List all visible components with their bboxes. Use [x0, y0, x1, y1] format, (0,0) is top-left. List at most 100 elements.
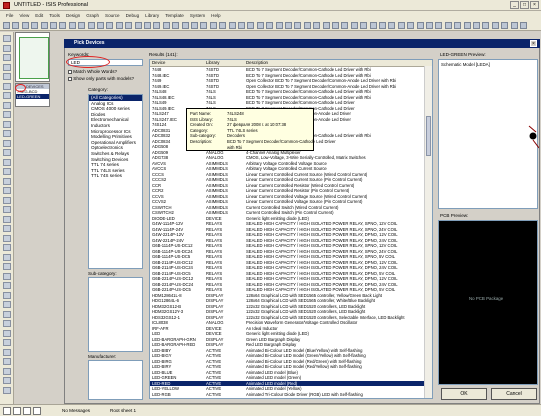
manufacturer-list[interactable] [88, 360, 143, 400]
mode-tool-icon[interactable] [3, 130, 11, 137]
toolbar-tool-icon[interactable] [454, 22, 462, 29]
mode-tool-icon[interactable] [3, 320, 11, 327]
toolbar-tool-icon[interactable] [172, 22, 180, 29]
match-whole-words-checkbox[interactable] [68, 69, 72, 74]
toolbar-tool-icon[interactable] [59, 22, 67, 29]
toolbar-tool-icon[interactable] [50, 22, 57, 29]
step-button-icon[interactable] [13, 407, 21, 415]
toolbar-tool-icon[interactable] [266, 22, 274, 29]
toolbar-tool-icon[interactable] [31, 22, 39, 29]
results-scrollbar-thumb[interactable] [426, 116, 431, 156]
toolbar-tool-icon[interactable] [247, 22, 255, 29]
toolbar-tool-icon[interactable] [473, 22, 480, 29]
mode-tool-icon[interactable] [3, 73, 11, 80]
toolbar-tool-icon[interactable] [369, 22, 377, 29]
mode-tool-icon[interactable] [3, 377, 11, 384]
toolbar-tool-icon[interactable] [68, 22, 76, 29]
toolbar-tool-icon[interactable] [97, 22, 104, 29]
toolbar-tool-icon[interactable] [181, 22, 189, 29]
toolbar-tool-icon[interactable] [209, 22, 217, 29]
mode-tool-icon[interactable] [3, 310, 11, 318]
show-only-models-option[interactable]: Show only parts with models? [68, 76, 134, 81]
mode-tool-icon[interactable] [3, 282, 11, 289]
mode-tool-icon[interactable] [3, 35, 11, 42]
subcategory-list[interactable] [88, 277, 143, 352]
toolbar-tool-icon[interactable] [350, 22, 358, 29]
category-list[interactable]: (All Categories) Analog ICs CMOS 4000 seri… [88, 94, 143, 269]
toolbar-tool-icon[interactable] [256, 22, 264, 29]
toolbar-tool-icon[interactable] [21, 22, 29, 29]
menu-system[interactable]: System [190, 11, 205, 20]
mode-tool-icon[interactable] [3, 63, 11, 71]
mode-tool-icon[interactable] [3, 139, 11, 147]
toolbar-tool-icon[interactable] [162, 22, 170, 29]
toolbar-tool-icon[interactable] [360, 22, 368, 29]
maximize-button[interactable]: □ [520, 1, 529, 9]
toolbar-tool-icon[interactable] [482, 22, 490, 29]
toolbar-tool-icon[interactable] [379, 22, 386, 29]
mode-tool-icon[interactable] [3, 111, 11, 118]
column-header-device[interactable]: Device [152, 60, 165, 66]
dialog-close-button[interactable]: × [530, 40, 537, 47]
mode-tool-icon[interactable] [3, 263, 11, 270]
column-header-description[interactable]: Description [246, 60, 268, 66]
mode-tool-icon[interactable] [3, 244, 11, 251]
toolbar-tool-icon[interactable] [303, 22, 311, 29]
mode-tool-icon[interactable] [3, 206, 11, 213]
toolbar-tool-icon[interactable] [397, 22, 405, 29]
menu-source[interactable]: Source [105, 11, 120, 20]
toolbar-tool-icon[interactable] [144, 22, 151, 29]
toolbar-tool-icon[interactable] [228, 22, 236, 29]
close-window-button[interactable]: × [530, 1, 539, 9]
menu-file[interactable]: File [6, 11, 13, 20]
pause-button-icon[interactable] [23, 407, 31, 415]
mode-tool-icon[interactable] [3, 101, 11, 109]
toolbar-tool-icon[interactable] [153, 22, 161, 29]
toolbar-tool-icon[interactable] [125, 22, 133, 29]
mode-tool-icon[interactable] [3, 253, 11, 261]
mode-tool-icon[interactable] [3, 168, 11, 175]
toolbar-tool-icon[interactable] [12, 22, 20, 29]
mode-tool-icon[interactable] [3, 348, 11, 356]
overview-window[interactable] [15, 32, 50, 82]
menu-view[interactable]: View [19, 11, 29, 20]
toolbar-tool-icon[interactable] [435, 22, 443, 29]
toolbar-tool-icon[interactable] [115, 22, 123, 29]
toolbar-tool-icon[interactable] [78, 22, 86, 29]
toolbar-tool-icon[interactable] [87, 22, 95, 29]
mode-tool-icon[interactable] [3, 120, 11, 128]
toolbar-tool-icon[interactable] [40, 22, 48, 29]
mode-tool-icon[interactable] [3, 158, 11, 166]
mode-tool-icon[interactable] [3, 82, 11, 90]
toolbar-tool-icon[interactable] [313, 22, 321, 29]
mode-tool-icon[interactable] [3, 367, 11, 375]
toolbar-tool-icon[interactable] [510, 22, 518, 29]
category-item[interactable]: TTL 74S series [89, 173, 142, 179]
mode-tool-icon[interactable] [3, 358, 11, 365]
toolbar-tool-icon[interactable] [416, 22, 424, 29]
mode-tool-icon[interactable] [3, 149, 11, 156]
menu-debug[interactable]: Debug [126, 11, 140, 20]
mode-tool-icon[interactable] [3, 339, 11, 346]
toolbar-tool-icon[interactable] [322, 22, 330, 29]
mode-tool-icon[interactable] [3, 44, 11, 52]
menu-template[interactable]: Template [165, 11, 184, 20]
toolbar-tool-icon[interactable] [444, 22, 452, 29]
mode-tool-icon[interactable] [3, 291, 11, 299]
mode-tool-icon[interactable] [3, 301, 11, 308]
toolbar-tool-icon[interactable] [341, 22, 349, 29]
toolbar-tool-icon[interactable] [520, 22, 527, 29]
menu-design[interactable]: Design [66, 11, 80, 20]
play-button-icon[interactable] [3, 407, 11, 415]
mode-tool-icon[interactable] [3, 196, 11, 204]
toolbar-tool-icon[interactable] [501, 22, 509, 29]
menu-help[interactable]: Help [211, 11, 220, 20]
mode-tool-icon[interactable] [3, 92, 11, 99]
toolbar-tool-icon[interactable] [200, 22, 208, 29]
minimize-button[interactable]: _ [510, 1, 519, 9]
show-only-models-checkbox[interactable] [68, 76, 72, 81]
ok-button[interactable]: OK [441, 388, 487, 400]
toolbar-tool-icon[interactable] [106, 22, 114, 29]
column-header-library[interactable]: Library [206, 60, 219, 66]
toolbar-tool-icon[interactable] [491, 22, 499, 29]
